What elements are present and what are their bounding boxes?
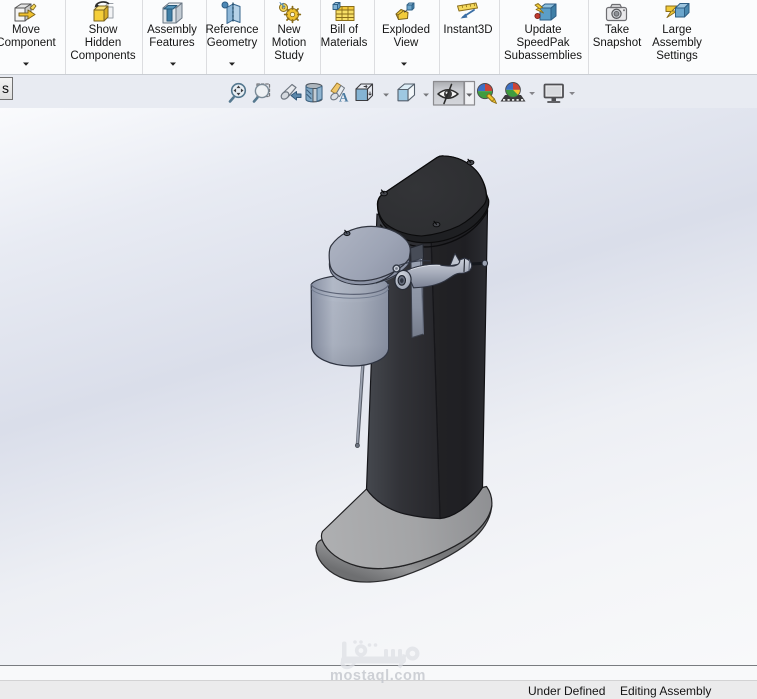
svg-text:A: A: [339, 90, 349, 105]
svg-text:mostaql.com: mostaql.com: [330, 668, 426, 684]
